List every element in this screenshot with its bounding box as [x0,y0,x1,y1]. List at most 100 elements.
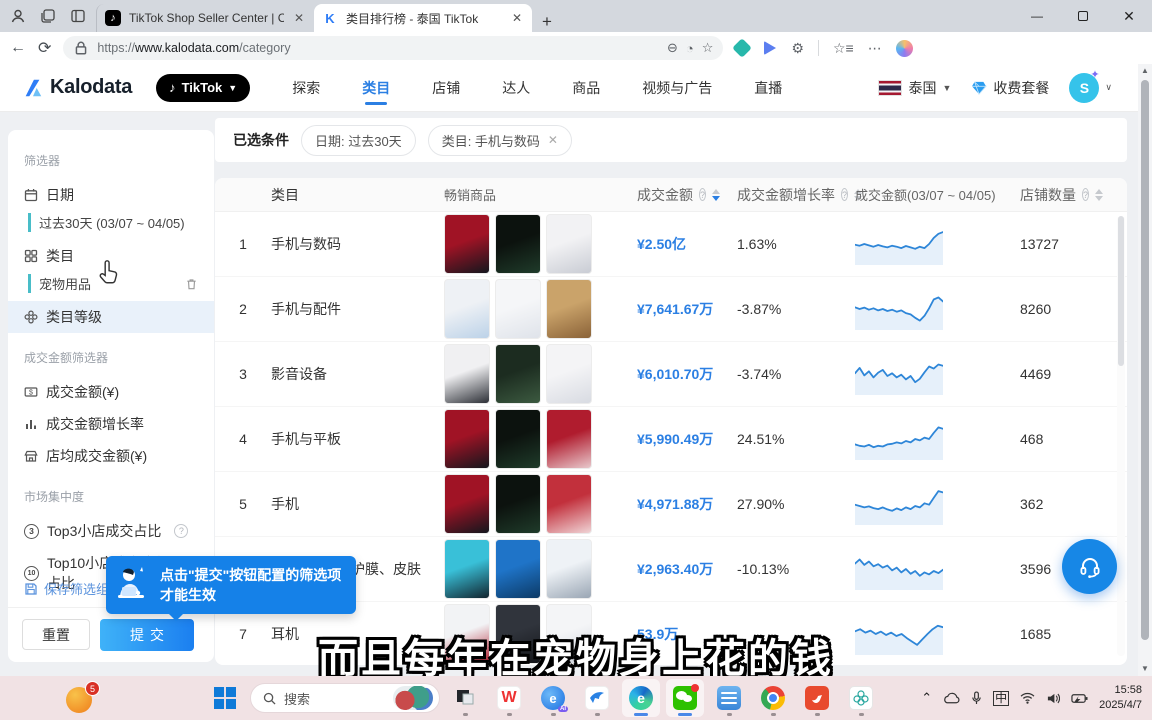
sort-icons[interactable] [1095,189,1103,201]
table-row[interactable]: 2手机与配件¥7,641.67万-3.87%8260 [215,277,1127,342]
filter-date[interactable]: 日期 [24,179,198,211]
trash-icon[interactable] [185,277,198,291]
col-gmv-growth[interactable]: 成交金额增长率? [716,185,834,205]
filter-avg-gmv[interactable]: 店均成交金额(¥) [24,440,198,472]
product-thumbnail[interactable] [546,409,592,469]
taskbar-red-app[interactable] [798,679,836,717]
help-icon[interactable]: ? [699,188,706,201]
customer-service-button[interactable] [1062,539,1117,594]
back-button[interactable]: ← [10,39,26,57]
platform-selector[interactable]: ♪ TikTok ▼ [156,74,250,102]
filter-date-value[interactable]: 过去30天 (03/07 ~ 04/05) [28,213,198,232]
product-thumbnail[interactable] [495,279,541,339]
onedrive-cloud-icon[interactable] [943,692,960,704]
tab-close-icon[interactable]: ✕ [292,11,306,25]
extension-gem-icon[interactable] [733,38,753,58]
filter-category-level[interactable]: 类目等级 [8,301,214,333]
account-menu[interactable]: S ✦ ∨ [1069,73,1112,103]
volume-icon[interactable] [1046,692,1060,705]
page-scrollbar[interactable]: ▲ ▼ [1138,64,1152,676]
taskbar-flower-app[interactable] [842,679,880,717]
taskbar-edge-active[interactable]: e [622,679,660,717]
translate-icon[interactable]: ◔ [686,41,694,56]
kalodata-logo[interactable]: Kalodata [22,76,132,99]
product-thumbnail[interactable] [495,409,541,469]
region-selector[interactable]: 泰国 ▼ [878,78,951,98]
taskbar-clock[interactable]: 15:58 2025/4/7 [1099,683,1142,713]
favorite-star-icon[interactable]: ☆ [702,40,714,56]
product-thumbnail[interactable] [495,539,541,599]
col-category[interactable]: 类目 [271,185,421,205]
table-row[interactable]: 5手机¥4,971.88万27.90%362 [215,472,1127,537]
taskbar-wps[interactable]: W [490,679,528,717]
scrollbar-thumb[interactable] [1141,80,1149,640]
extensions-puzzle-icon[interactable]: ⚙ [791,40,804,57]
product-thumbnail[interactable] [444,344,490,404]
taskbar-quark-browser[interactable]: eAI [534,679,572,717]
window-restore-button[interactable] [1060,0,1106,32]
nav-category[interactable]: 类目 [362,65,390,111]
nav-live[interactable]: 直播 [754,65,782,111]
product-thumbnail[interactable] [495,214,541,274]
filter-top3[interactable]: 3 Top3小店成交占比 ? [24,515,198,547]
tab-kalodata-category[interactable]: K 类目排行榜 - 泰国 TikTok ✕ [314,4,532,32]
window-minimize-button[interactable]: — [1014,0,1060,32]
tab-tiktok-seller-center[interactable]: ♪ TikTok Shop Seller Center | Cross ✕ [96,4,314,32]
product-thumbnail[interactable] [444,539,490,599]
zoom-out-icon[interactable]: ⊖ [667,40,678,56]
table-row[interactable]: 4手机与平板¥5,990.49万24.51%468 [215,407,1127,472]
pricing-plan-link[interactable]: 收费套餐 [971,78,1049,98]
nav-explore[interactable]: 探索 [292,65,320,111]
filter-gmv[interactable]: $ 成交金额(¥) [24,376,198,408]
category-name-cell[interactable]: 影音设备 [271,364,421,384]
col-bestsellers[interactable]: 畅销商品 [421,185,616,204]
nav-shop[interactable]: 店铺 [432,65,460,111]
taskbar-search[interactable]: 搜索 [250,683,440,713]
taskbar-notification-app[interactable]: 5 [66,683,96,713]
product-thumbnail[interactable] [444,474,490,534]
table-row[interactable]: 3影音设备¥6,010.70万-3.74%4469 [215,342,1127,407]
wifi-icon[interactable] [1020,692,1035,704]
product-thumbnail[interactable] [546,214,592,274]
category-name-cell[interactable]: 手机 [271,494,421,514]
profile-icon[interactable] [10,8,26,24]
input-method-indicator[interactable]: 中 [993,691,1009,706]
vertical-tabs-icon[interactable] [70,8,86,24]
taskbar-thunder[interactable] [578,679,616,717]
col-gmv[interactable]: 成交金额? [616,185,716,205]
nav-video-ads[interactable]: 视频与广告 [642,65,712,111]
category-name-cell[interactable]: 手机与配件 [271,299,421,319]
address-bar[interactable]: https://www.kalodata.com/category ⊖ ◔ ☆ [63,36,723,60]
start-button[interactable] [206,679,244,717]
extension-bird-icon[interactable] [764,41,776,55]
table-row[interactable]: 1手机与数码¥2.50亿1.63%13727 [215,212,1127,277]
chip-date[interactable]: 日期: 过去30天 [301,125,416,156]
favorites-bar-icon[interactable]: ☆≡ [833,40,854,57]
table-scrollbar[interactable] [1117,216,1125,656]
help-icon[interactable]: ? [1082,188,1089,201]
nav-product[interactable]: 商品 [572,65,600,111]
task-view-button[interactable] [446,679,484,717]
category-name-cell[interactable]: 手机与平板 [271,429,421,449]
product-thumbnail[interactable] [444,279,490,339]
product-thumbnail[interactable] [546,344,592,404]
product-thumbnail[interactable] [546,474,592,534]
settings-more-icon[interactable]: ⋯ [868,40,882,57]
col-shop-count[interactable]: 店铺数量? [999,185,1089,205]
category-name-cell[interactable]: 手机与数码 [271,234,421,254]
new-tab-button[interactable]: + [542,12,552,32]
nav-creator[interactable]: 达人 [502,65,530,111]
product-thumbnail[interactable] [546,539,592,599]
product-thumbnail[interactable] [495,474,541,534]
chip-category[interactable]: 类目: 手机与数码✕ [428,125,572,156]
help-icon[interactable]: ? [174,524,188,538]
taskbar-wechat[interactable] [666,679,704,717]
battery-icon[interactable] [1071,693,1088,704]
tab-close-icon[interactable]: ✕ [510,11,524,25]
product-thumbnail[interactable] [495,344,541,404]
workspaces-icon[interactable] [40,8,56,24]
product-thumbnail[interactable] [546,279,592,339]
refresh-button[interactable]: ⟳ [38,38,51,58]
window-close-button[interactable]: ✕ [1106,0,1152,32]
product-thumbnail[interactable] [444,214,490,274]
